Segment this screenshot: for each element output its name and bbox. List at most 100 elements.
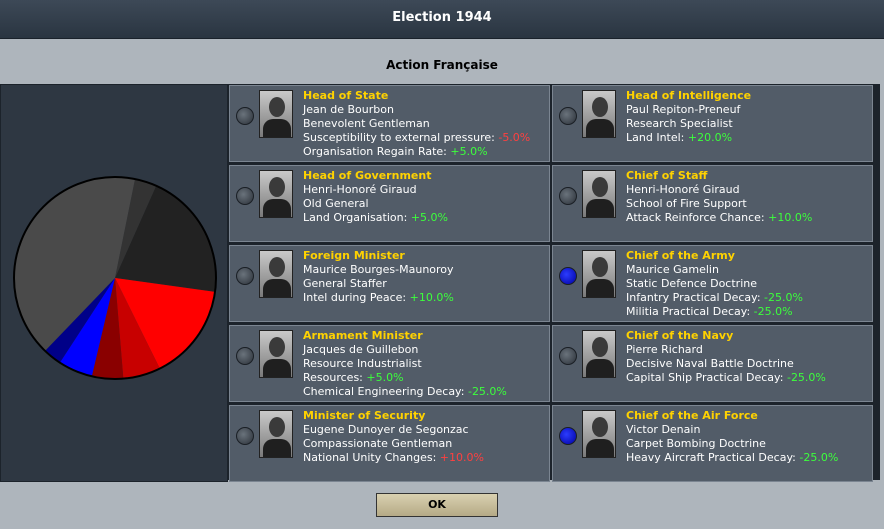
minister-cell[interactable]: Foreign Minister Maurice Bourges-Maunoroy… <box>229 245 550 322</box>
ok-button[interactable]: OK <box>376 493 498 517</box>
effect-label: Chemical Engineering Decay: <box>303 385 468 398</box>
minister-trait: School of Fire Support <box>626 197 747 210</box>
effect-value: -25.0% <box>467 385 507 398</box>
minister-effect: Chemical Engineering Decay: -25.0% <box>303 385 507 399</box>
minister-effect: Susceptibility to external pressure: -5.… <box>303 131 530 145</box>
effect-value: +20.0% <box>687 131 733 144</box>
minister-role: Chief of the Army <box>626 249 735 262</box>
effect-label: Land Organisation: <box>303 211 411 224</box>
minister-role: Head of Intelligence <box>626 89 752 102</box>
minister-cell[interactable]: Chief of Staff Henri-Honoré Giraud School … <box>552 165 873 242</box>
minister-trait: Compassionate Gentleman <box>303 437 453 450</box>
effect-value: +5.0% <box>366 371 404 384</box>
minister-name: Henri-Honoré Giraud <box>626 183 740 196</box>
minister-info: Chief of the Navy Pierre Richard Decisive … <box>626 329 826 385</box>
minister-role: Head of State <box>303 89 389 102</box>
minister-cell[interactable]: Chief of the Navy Pierre Richard Decisive … <box>552 325 873 402</box>
effect-label: Attack Reinforce Chance: <box>626 211 769 224</box>
minister-effect: Land Intel: +20.0% <box>626 131 751 145</box>
minister-info: Head of Government Henri-Honoré Giraud Old… <box>303 169 448 225</box>
minister-effect: National Unity Changes: +10.0% <box>303 451 484 465</box>
cabinet-grid: Head of State Jean de Bourbon Benevolent G… <box>228 84 880 482</box>
minister-effect: Militia Practical Decay: -25.0% <box>626 305 803 319</box>
effect-label: Capital Ship Practical Decay: <box>626 371 787 384</box>
minister-trait: Benevolent Gentleman <box>303 117 430 130</box>
minister-status-radio <box>559 187 577 205</box>
minister-cell[interactable]: Chief of the Army Maurice Gamelin Static D… <box>552 245 873 322</box>
minister-trait: Old General <box>303 197 369 210</box>
minister-effect: Land Organisation: +5.0% <box>303 211 448 225</box>
minister-trait: Resource Industrialist <box>303 357 422 370</box>
minister-role: Foreign Minister <box>303 249 405 262</box>
minister-effect: Intel during Peace: +10.0% <box>303 291 454 305</box>
party-name: Action Française <box>386 58 498 72</box>
minister-effect: Capital Ship Practical Decay: -25.0% <box>626 371 826 385</box>
minister-portrait <box>582 410 616 458</box>
title-bar: Election 1944 <box>0 0 884 39</box>
minister-portrait <box>259 250 293 298</box>
effect-value: -25.0% <box>753 305 793 318</box>
effect-value: +10.0% <box>439 451 484 464</box>
effect-label: Land Intel: <box>626 131 688 144</box>
minister-name: Jean de Bourbon <box>303 103 394 116</box>
minister-name: Maurice Bourges-Maunoroy <box>303 263 454 276</box>
minister-info: Head of State Jean de Bourbon Benevolent G… <box>303 89 530 159</box>
effect-label: Resources: <box>303 371 367 384</box>
minister-name: Jacques de Guillebon <box>303 343 419 356</box>
minister-effect: Organisation Regain Rate: +5.0% <box>303 145 530 159</box>
minister-status-radio <box>559 107 577 125</box>
minister-name: Paul Repiton-Preneuf <box>626 103 741 116</box>
party-pie-chart <box>13 176 217 380</box>
minister-name: Maurice Gamelin <box>626 263 719 276</box>
minister-cell[interactable]: Minister of Security Eugene Dunoyer de Se… <box>229 405 550 482</box>
minister-status-radio <box>236 427 254 445</box>
effect-label: Militia Practical Decay: <box>626 305 754 318</box>
minister-cell[interactable]: Head of State Jean de Bourbon Benevolent G… <box>229 85 550 162</box>
minister-info: Chief of the Air Force Victor Denain Carpe… <box>626 409 838 465</box>
election-dialog: Election 1944 Action Française Head of S… <box>0 0 884 529</box>
minister-role: Chief of the Navy <box>626 329 734 342</box>
minister-cell[interactable]: Head of Government Henri-Honoré Giraud Old… <box>229 165 550 242</box>
effect-label: Susceptibility to external pressure: <box>303 131 499 144</box>
minister-portrait <box>582 250 616 298</box>
effect-value: -25.0% <box>764 291 803 304</box>
minister-effect: Resources: +5.0% <box>303 371 507 385</box>
effect-value: +10.0% <box>768 211 813 224</box>
minister-cell[interactable]: Chief of the Air Force Victor Denain Carpe… <box>552 405 873 482</box>
effect-label: National Unity Changes: <box>303 451 440 464</box>
minister-portrait <box>259 330 293 378</box>
effect-value: +10.0% <box>409 291 454 304</box>
minister-role: Chief of the Air Force <box>626 409 758 422</box>
minister-info: Armament Minister Jacques de Guillebon Res… <box>303 329 507 399</box>
effect-value: -5.0% <box>498 131 531 144</box>
minister-portrait <box>259 170 293 218</box>
effect-value: +5.0% <box>410 211 448 224</box>
minister-info: Foreign Minister Maurice Bourges-Maunoroy… <box>303 249 454 305</box>
minister-effect: Attack Reinforce Chance: +10.0% <box>626 211 812 225</box>
minister-trait: Decisive Naval Battle Doctrine <box>626 357 794 370</box>
minister-status-radio <box>236 107 254 125</box>
minister-portrait <box>582 90 616 138</box>
minister-status-radio <box>559 267 577 285</box>
effect-label: Heavy Aircraft Practical Decay: <box>626 451 800 464</box>
party-pie-panel <box>0 84 228 482</box>
minister-portrait <box>259 90 293 138</box>
minister-status-radio <box>559 347 577 365</box>
minister-status-radio <box>236 267 254 285</box>
minister-role: Chief of Staff <box>626 169 708 182</box>
minister-trait: Carpet Bombing Doctrine <box>626 437 766 450</box>
minister-trait: General Staffer <box>303 277 387 290</box>
effect-value: -25.0% <box>786 371 826 384</box>
minister-name: Henri-Honoré Giraud <box>303 183 417 196</box>
minister-portrait <box>582 170 616 218</box>
effect-value: +5.0% <box>450 145 488 158</box>
minister-effect: Heavy Aircraft Practical Decay: -25.0% <box>626 451 838 465</box>
minister-info: Minister of Security Eugene Dunoyer de Se… <box>303 409 484 465</box>
minister-info: Chief of the Army Maurice Gamelin Static D… <box>626 249 803 319</box>
minister-status-radio <box>236 187 254 205</box>
dialog-title: Election 1944 <box>392 10 492 25</box>
minister-portrait <box>582 330 616 378</box>
minister-name: Pierre Richard <box>626 343 703 356</box>
minister-cell[interactable]: Head of Intelligence Paul Repiton-Preneuf… <box>552 85 873 162</box>
minister-cell[interactable]: Armament Minister Jacques de Guillebon Res… <box>229 325 550 402</box>
